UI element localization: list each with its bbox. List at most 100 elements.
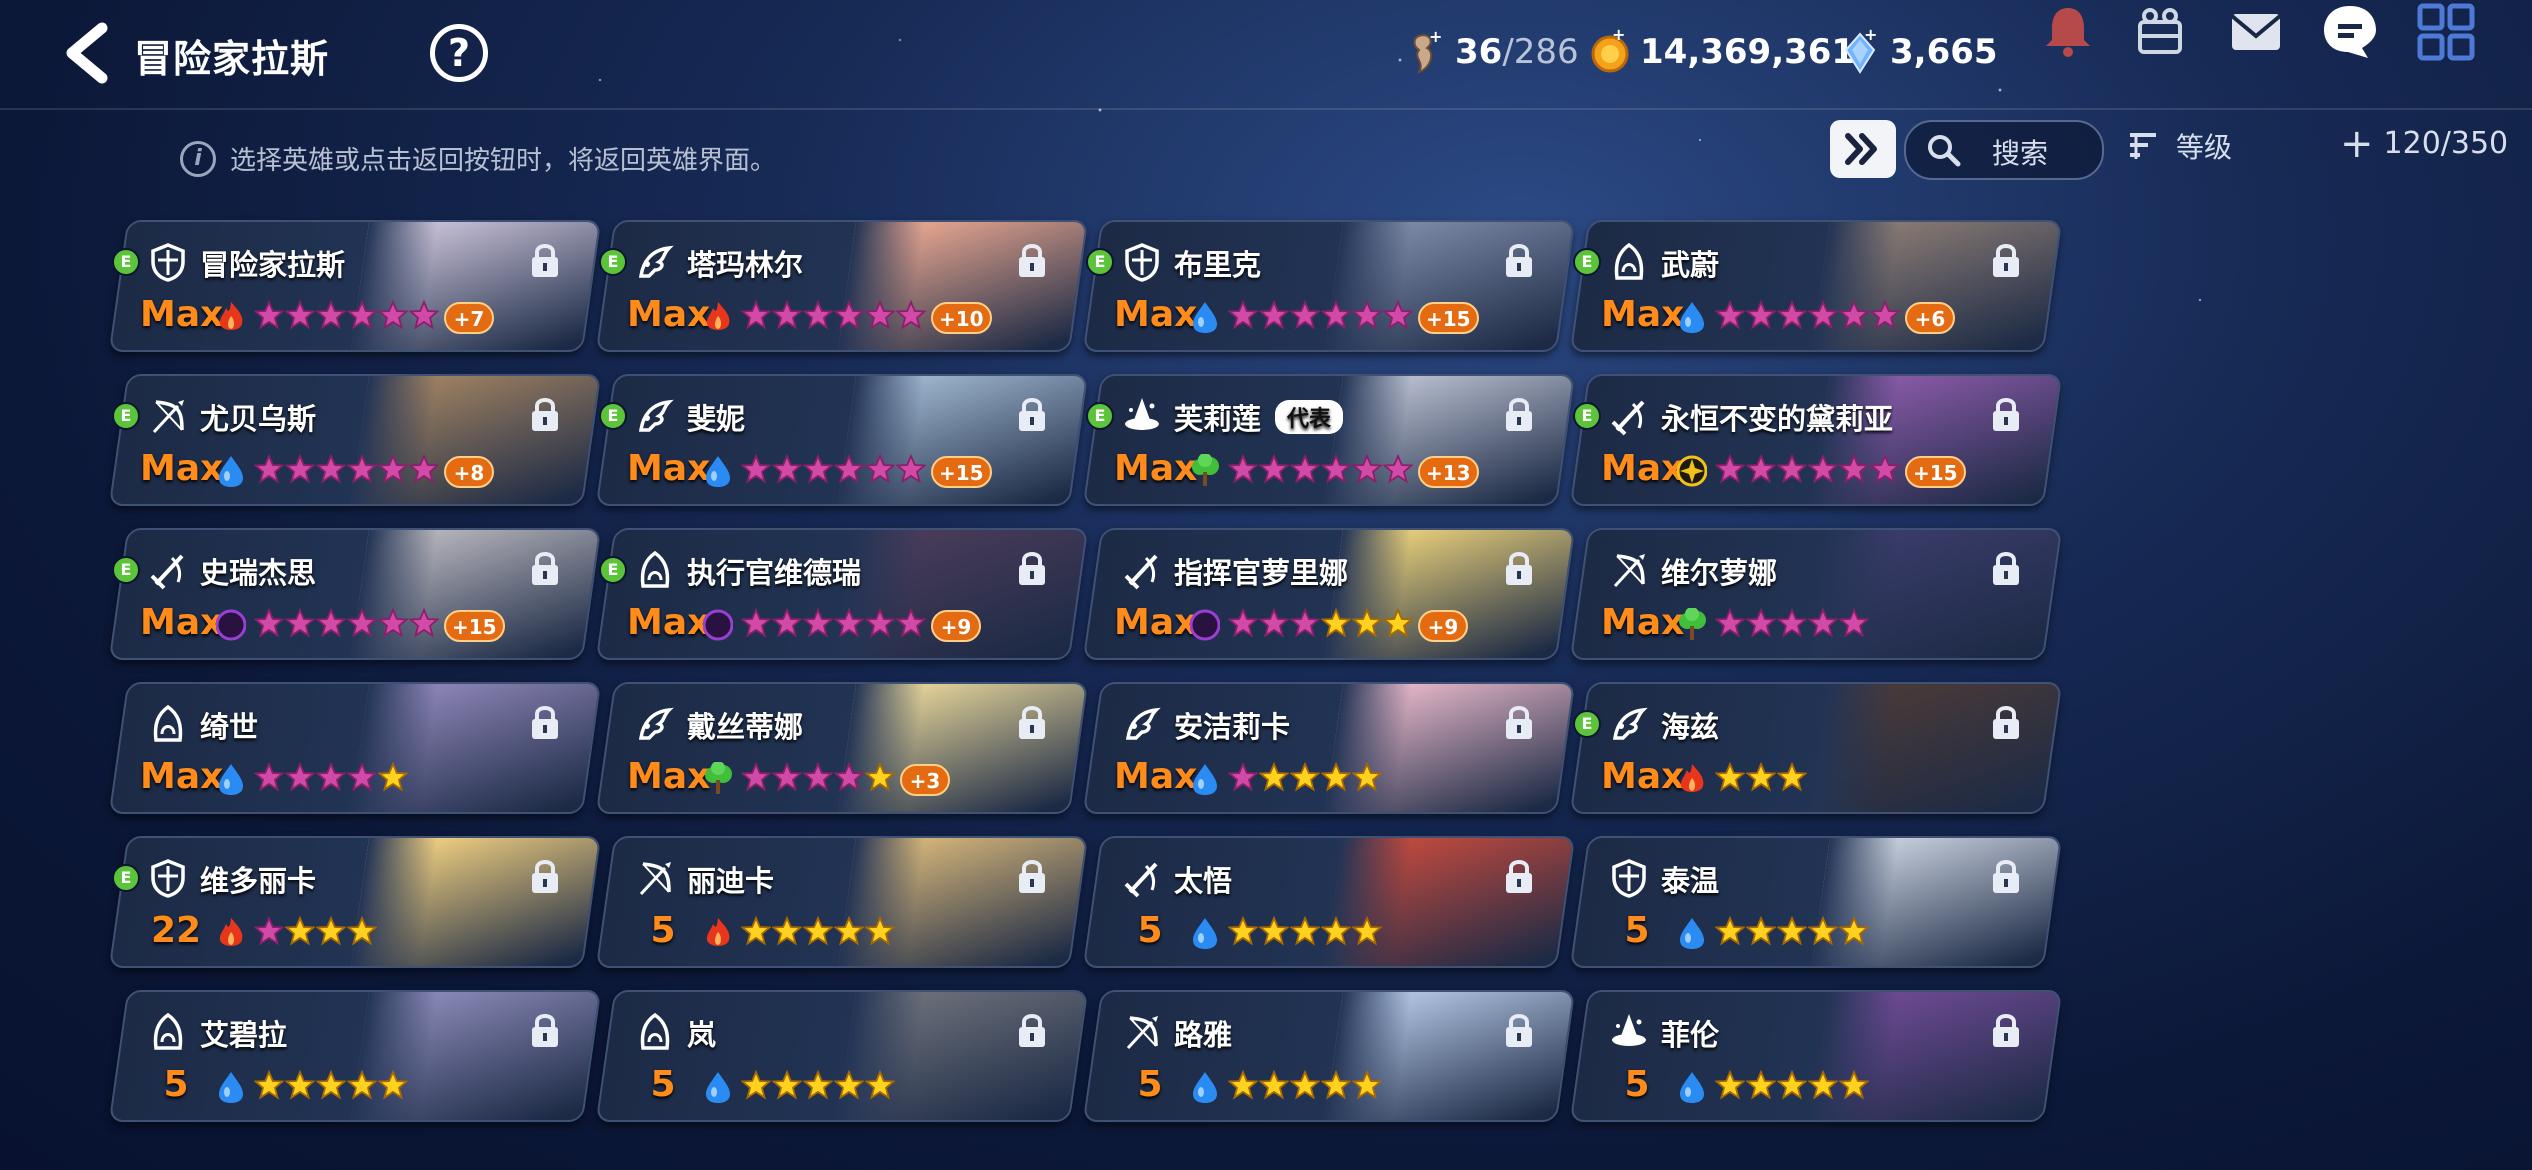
lock-icon[interactable]: [1989, 1010, 2023, 1050]
hero-card[interactable]: E 海兹 Max: [1569, 682, 2063, 814]
grid-menu-icon[interactable]: [2414, 0, 2478, 64]
fire-element-icon: [219, 302, 243, 330]
lock-icon[interactable]: [528, 1010, 562, 1050]
hero-card[interactable]: 太悟 5: [1082, 836, 1576, 968]
star-icon: [1259, 300, 1289, 330]
enhance-level-badge: +10: [931, 302, 992, 334]
e-grade-badge: E: [112, 864, 140, 892]
crystal-resource[interactable]: + 3,665: [1840, 28, 1998, 76]
lock-icon[interactable]: [528, 548, 562, 588]
lock-icon[interactable]: [1015, 1010, 1049, 1050]
lock-icon[interactable]: [1502, 856, 1536, 896]
lock-icon[interactable]: [528, 240, 562, 280]
hero-card[interactable]: E 布里克 Max +15: [1082, 220, 1576, 352]
lock-icon[interactable]: [1015, 856, 1049, 896]
hero-level: Max: [140, 294, 224, 335]
hero-card[interactable]: E 尤贝乌斯 Max +8: [108, 374, 602, 506]
star-icon: [1715, 454, 1745, 484]
hero-card[interactable]: E 执行官维德瑞 Max +9: [595, 528, 1089, 660]
hero-card[interactable]: E 斐妮 Max +15: [595, 374, 1089, 506]
hero-name-label: 太悟: [1174, 864, 1233, 898]
hero-card[interactable]: 丽迪卡 5: [595, 836, 1089, 968]
hero-card[interactable]: E 维多丽卡 22: [108, 836, 602, 968]
hero-level: 5: [163, 1064, 189, 1105]
lock-icon[interactable]: [528, 702, 562, 742]
lock-icon[interactable]: [1989, 394, 2023, 434]
star-icon: [1746, 300, 1776, 330]
e-grade-badge: E: [1573, 248, 1601, 276]
hero-card[interactable]: E 塔玛林尔 Max +10: [595, 220, 1089, 352]
add-slot-icon[interactable]: +: [2340, 124, 2374, 164]
hero-card[interactable]: E 芙莉莲 代表 Max +13: [1082, 374, 1576, 506]
gold-resource[interactable]: + 14,369,361: [1590, 28, 1855, 76]
hero-card[interactable]: 安洁莉卡 Max: [1082, 682, 1576, 814]
hero-card[interactable]: 绮世 Max: [108, 682, 602, 814]
expand-button[interactable]: [1830, 120, 1896, 178]
help-button[interactable]: ?: [430, 24, 488, 82]
hero-card[interactable]: E 武蔚 Max +6: [1569, 220, 2063, 352]
star-icon: [865, 762, 895, 792]
lock-icon[interactable]: [1502, 548, 1536, 588]
lock-icon[interactable]: [528, 856, 562, 896]
lock-icon[interactable]: [1989, 856, 2023, 896]
lock-icon[interactable]: [1015, 394, 1049, 434]
hero-card[interactable]: 艾碧拉 5: [108, 990, 602, 1122]
hint-label: 选择英雄或点击返回按钮时，将返回英雄界面。: [230, 146, 777, 176]
star-icon: [834, 1070, 864, 1100]
hero-card[interactable]: E 史瑞杰思 Max +15: [108, 528, 602, 660]
lock-icon[interactable]: [1015, 240, 1049, 280]
stamina-resource[interactable]: + 36 /286: [1405, 28, 1579, 76]
lock-icon[interactable]: [528, 394, 562, 434]
mail-icon[interactable]: [2224, 0, 2288, 64]
e-grade-badge: E: [599, 402, 627, 430]
star-rating: [741, 300, 927, 332]
sort-dropdown[interactable]: 等级: [2126, 126, 2232, 166]
lock-icon[interactable]: [1015, 548, 1049, 588]
archer-bow-icon: [152, 400, 184, 434]
guild-icon[interactable]: [2128, 0, 2192, 64]
hero-card[interactable]: 菲伦 5: [1569, 990, 2063, 1122]
hero-card[interactable]: 指挥官萝里娜 Max +9: [1082, 528, 1576, 660]
assassin-hood-icon: [153, 704, 183, 742]
hero-level: Max: [1601, 448, 1685, 489]
lock-icon[interactable]: [1502, 240, 1536, 280]
bell-icon[interactable]: [2036, 0, 2100, 64]
lock-icon[interactable]: [1989, 240, 2023, 280]
hero-card[interactable]: 戴丝蒂娜 Max +3: [595, 682, 1089, 814]
search-input[interactable]: 搜索: [1904, 120, 2104, 180]
back-arrow-icon[interactable]: [58, 22, 114, 84]
star-icon: [1715, 762, 1745, 792]
hero-name-label: 安洁莉卡: [1174, 710, 1291, 744]
star-icon: [1715, 300, 1745, 330]
lock-icon[interactable]: [1502, 1010, 1536, 1050]
lock-icon[interactable]: [1989, 702, 2023, 742]
star-icon: [1383, 454, 1413, 484]
hero-card[interactable]: E 冒险家拉斯 Max +7: [108, 220, 602, 352]
hero-card[interactable]: 路雅 5: [1082, 990, 1576, 1122]
star-rating: [1715, 762, 1808, 794]
star-rating: [1228, 916, 1383, 948]
lock-icon[interactable]: [1989, 548, 2023, 588]
star-icon: [1259, 762, 1289, 792]
hero-name: 布里克: [1174, 242, 1261, 284]
star-icon: [1839, 454, 1869, 484]
star-rating: [741, 916, 896, 948]
lock-icon[interactable]: [1015, 702, 1049, 742]
earth-element-icon: [1679, 608, 1706, 640]
star-icon: [1259, 1070, 1289, 1100]
hero-count[interactable]: + 120/350: [2340, 124, 2508, 164]
hero-card[interactable]: E 永恒不变的黛莉亚 Max +15: [1569, 374, 2063, 506]
hero-card[interactable]: 维尔萝娜 Max: [1569, 528, 2063, 660]
lock-icon[interactable]: [1502, 394, 1536, 434]
lock-icon[interactable]: [1502, 702, 1536, 742]
star-icon: [1352, 608, 1382, 638]
hero-card[interactable]: 泰温 5: [1569, 836, 2063, 968]
hero-level: Max: [1114, 448, 1198, 489]
star-icon: [1777, 916, 1807, 946]
chat-icon[interactable]: [2318, 0, 2382, 64]
star-icon: [409, 300, 439, 330]
enhance-level-badge: +13: [1418, 456, 1479, 488]
hero-level: Max: [627, 756, 711, 797]
hero-card[interactable]: 岚5: [595, 990, 1089, 1122]
hero-name: 斐妮: [687, 396, 745, 438]
